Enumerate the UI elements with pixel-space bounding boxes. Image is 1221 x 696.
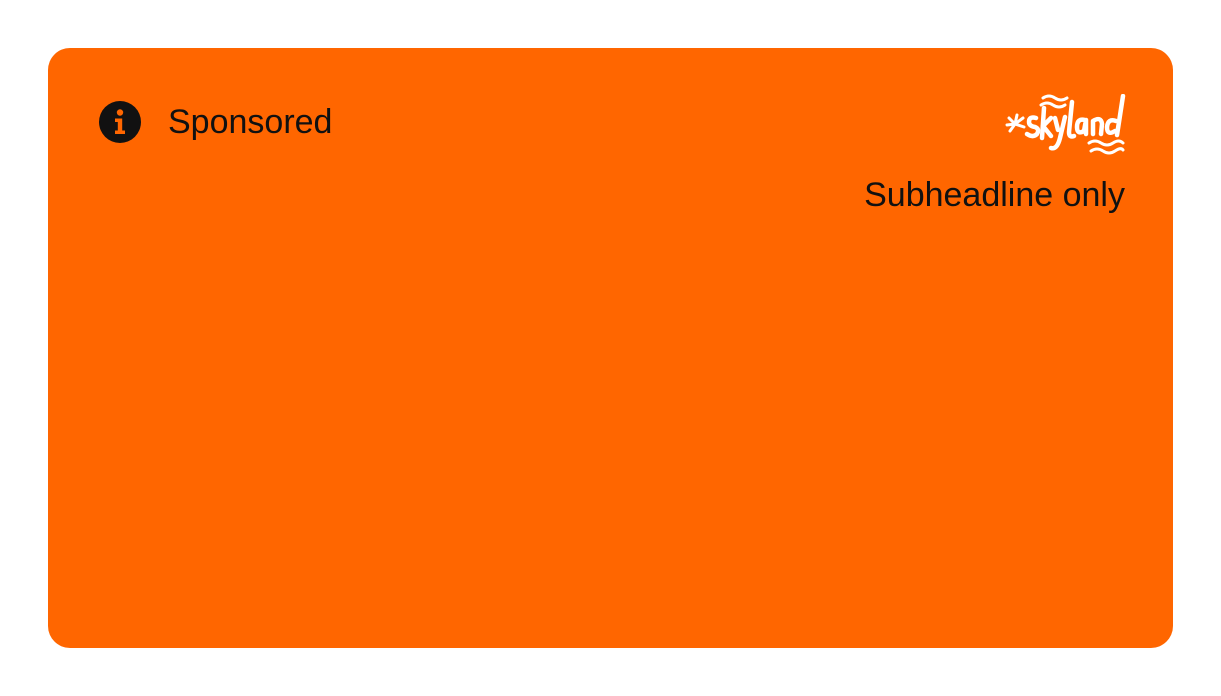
subheadline: Subheadline only [864,176,1125,214]
brand-logo[interactable]: skyland [1005,94,1127,162]
info-icon [99,101,141,143]
sponsored-badge[interactable]: Sponsored [98,100,332,144]
sponsored-label: Sponsored [168,103,333,141]
ad-card[interactable]: Sponsored skyland [48,48,1173,648]
